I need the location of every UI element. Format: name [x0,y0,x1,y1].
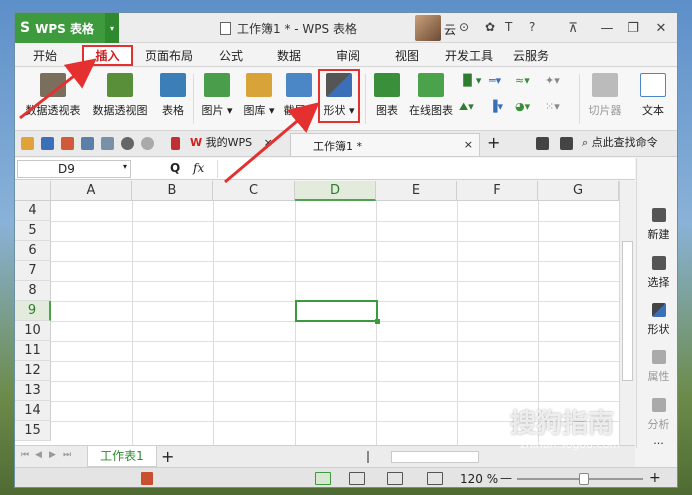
arrow-to-insert-tab [19,58,97,120]
watermark-text: 搜狗指南 [510,409,615,439]
watermark-url: zhinan.sogou.com [520,438,621,451]
arrow-to-shapes-button [224,102,320,184]
